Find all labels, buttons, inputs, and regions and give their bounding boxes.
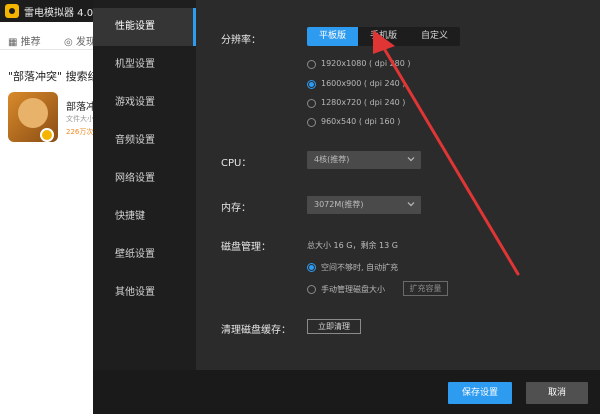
background-nav: ▦ 推荐 ◎ 发现 <box>0 28 100 50</box>
resolution-mode-tabs: 平板版 手机版 自定义 <box>307 27 460 46</box>
radio-1920x1080-label: 1920x1080 ( dpi 280 ) <box>321 59 411 68</box>
game-name[interactable]: 部落冲 <box>66 98 96 113</box>
tab-custom[interactable]: 自定义 <box>409 27 460 46</box>
clear-cache-button[interactable]: 立即清理 <box>307 319 361 334</box>
clear-cache-label: 清理磁盘缓存： <box>221 325 291 336</box>
game-size: 文件大小 <box>66 115 94 123</box>
radio-960x540-label: 960x540 ( dpi 160 ) <box>321 117 401 126</box>
memory-label: 内存： <box>221 203 251 214</box>
cpu-select[interactable]: 4核(推荐) <box>307 151 421 169</box>
expand-capacity-button[interactable]: 扩充容量 <box>403 281 448 296</box>
resolution-label: 分辨率： <box>221 35 261 46</box>
save-button[interactable]: 保存设置 <box>448 382 512 404</box>
settings-sidebar: 性能设置 机型设置 游戏设置 音频设置 网络设置 快捷键 壁纸设置 其他设置 <box>93 0 196 370</box>
cpu-select-value: 4核(推荐) <box>314 155 350 164</box>
radio-1280x720[interactable] <box>307 99 316 108</box>
tab-phone[interactable]: 手机版 <box>358 27 409 46</box>
background-titlebar: 雷电模拟器 4.0.2 <box>0 0 100 22</box>
game-downloads: 226万次 <box>66 128 94 136</box>
settings-dialog: 性能设置 机型设置 游戏设置 音频设置 网络设置 快捷键 壁纸设置 其他设置 分… <box>93 0 600 414</box>
background-app-window: 雷电模拟器 4.0.2 ▦ 推荐 ◎ 发现 "部落冲突" 搜索结果 部落冲 文件… <box>0 0 100 414</box>
recommend-icon: ▦ <box>8 37 21 48</box>
memory-select[interactable]: 3072M(推荐) <box>307 196 421 214</box>
radio-960x540[interactable] <box>307 118 316 127</box>
sidebar-item-wallpaper[interactable]: 壁纸设置 <box>93 236 196 274</box>
cpu-label: CPU： <box>221 158 252 169</box>
background-app-title: 雷电模拟器 4.0.2 <box>24 8 100 19</box>
memory-select-value: 3072M(推荐) <box>314 200 364 209</box>
radio-1920x1080[interactable] <box>307 60 316 69</box>
tab-tablet[interactable]: 平板版 <box>307 27 358 46</box>
radio-1600x900-label: 1600x900 ( dpi 240 ) <box>321 79 406 88</box>
radio-auto-expand[interactable] <box>307 263 316 272</box>
emulator-badge-icon <box>40 128 54 142</box>
sidebar-item-model[interactable]: 机型设置 <box>93 46 196 84</box>
sidebar-item-network[interactable]: 网络设置 <box>93 160 196 198</box>
radio-1280x720-label: 1280x720 ( dpi 240 ) <box>321 98 406 107</box>
cancel-button[interactable]: 取消 <box>526 382 588 404</box>
nav-recommend[interactable]: ▦ 推荐 <box>8 33 41 48</box>
app-logo-icon <box>5 4 19 18</box>
radio-auto-expand-label: 空间不够时, 自动扩充 <box>321 263 399 272</box>
chevron-down-icon <box>407 202 415 207</box>
dialog-footer: 保存设置 取消 <box>93 370 600 414</box>
radio-manual-disk-label: 手动管理磁盘大小 <box>321 285 385 294</box>
sidebar-item-performance[interactable]: 性能设置 <box>93 8 196 46</box>
chevron-down-icon <box>407 157 415 162</box>
search-result-title: "部落冲突" 搜索结果 <box>8 70 100 83</box>
sidebar-item-other[interactable]: 其他设置 <box>93 274 196 312</box>
radio-1600x900[interactable] <box>307 80 316 89</box>
sidebar-item-game[interactable]: 游戏设置 <box>93 84 196 122</box>
sidebar-item-shortcuts[interactable]: 快捷键 <box>93 198 196 236</box>
disk-info: 总大小 16 G，剩余 13 G <box>307 241 398 250</box>
nav-discover[interactable]: ◎ 发现 <box>64 33 96 48</box>
disk-label: 磁盘管理： <box>221 242 271 253</box>
sidebar-item-audio[interactable]: 音频设置 <box>93 122 196 160</box>
settings-content: 分辨率： 平板版 手机版 自定义 1920x1080 ( dpi 280 ) 1… <box>196 0 600 370</box>
radio-manual-disk[interactable] <box>307 285 316 294</box>
discover-icon: ◎ <box>64 37 76 48</box>
